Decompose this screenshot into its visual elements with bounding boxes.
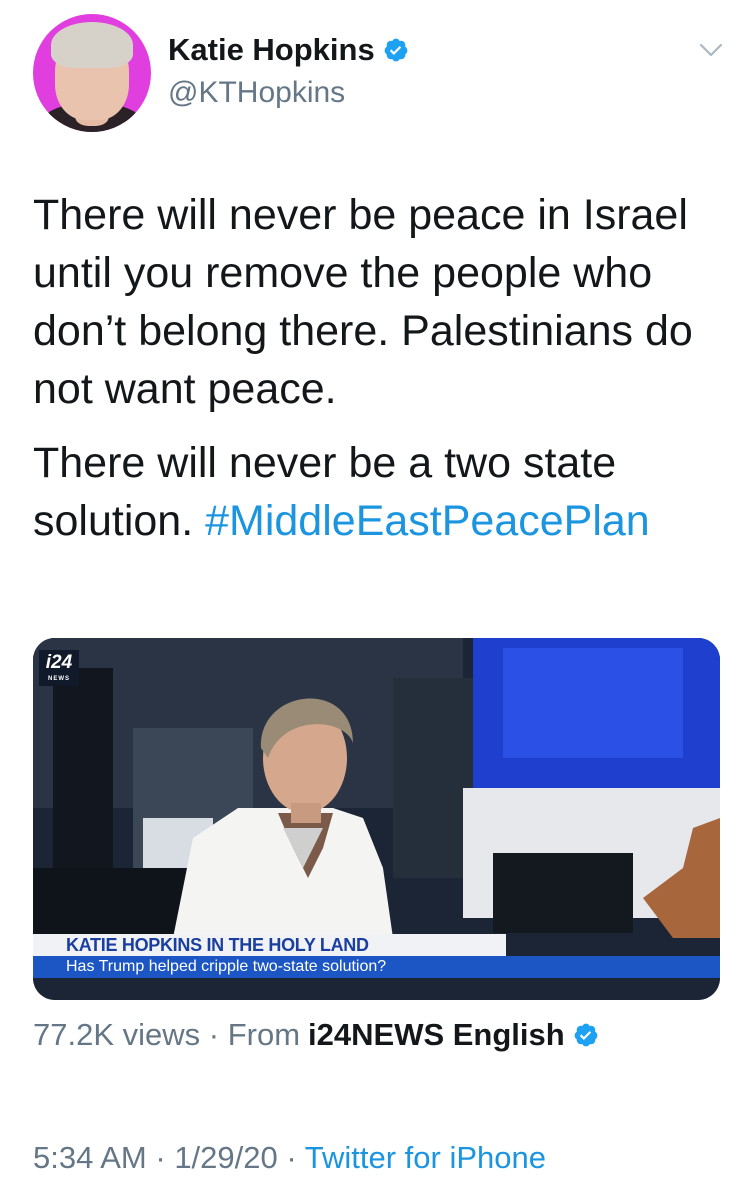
lower-third-subtitle: Has Trump helped cripple two-state solut… <box>33 956 720 978</box>
author-name-row[interactable]: Katie Hopkins <box>168 32 409 68</box>
video-thumbnail[interactable]: i24 NEWS KATIE HOPKINS IN THE HOLY LAND … <box>33 638 720 1000</box>
avatar[interactable] <box>33 14 151 132</box>
tweet-timestamp: 5:34 AM · 1/29/20 · Twitter for iPhone <box>33 1140 546 1176</box>
author-handle[interactable]: @KTHopkins <box>168 76 345 110</box>
video-stats: 77.2K views · From i24NEWS English <box>33 1017 599 1053</box>
tweet-paragraph-1: There will never be peace in Israel unti… <box>33 191 693 413</box>
tweet-time[interactable]: 5:34 AM <box>33 1140 147 1175</box>
view-count: 77.2K views <box>33 1017 201 1052</box>
source-account-link[interactable]: i24NEWS English <box>308 1017 565 1053</box>
hashtag-link[interactable]: #MiddleEastPeacePlan <box>205 497 650 545</box>
timestamp-separator: · <box>146 1140 175 1175</box>
stats-separator: · <box>200 1017 228 1052</box>
tweet-paragraph-2: There will never be a two state solution… <box>33 434 723 550</box>
news-lower-third: KATIE HOPKINS IN THE HOLY LAND Has Trump… <box>33 934 720 980</box>
lower-third-title: KATIE HOPKINS IN THE HOLY LAND <box>33 934 506 956</box>
timestamp-separator: · <box>277 1140 305 1175</box>
client-app-link[interactable]: Twitter for iPhone <box>305 1140 546 1175</box>
author-display-name[interactable]: Katie Hopkins <box>168 32 375 68</box>
tweet-card: Katie Hopkins @KTHopkins There will neve… <box>0 0 742 1200</box>
tweet-text: There will never be peace in Israel unti… <box>33 186 723 550</box>
from-label: From <box>227 1017 301 1052</box>
i24-logo: i24 NEWS <box>39 650 79 686</box>
verified-badge-icon <box>384 38 408 62</box>
chevron-down-icon[interactable] <box>698 40 724 60</box>
tweet-date[interactable]: 1/29/20 <box>174 1140 277 1175</box>
verified-badge-icon <box>574 1023 598 1047</box>
